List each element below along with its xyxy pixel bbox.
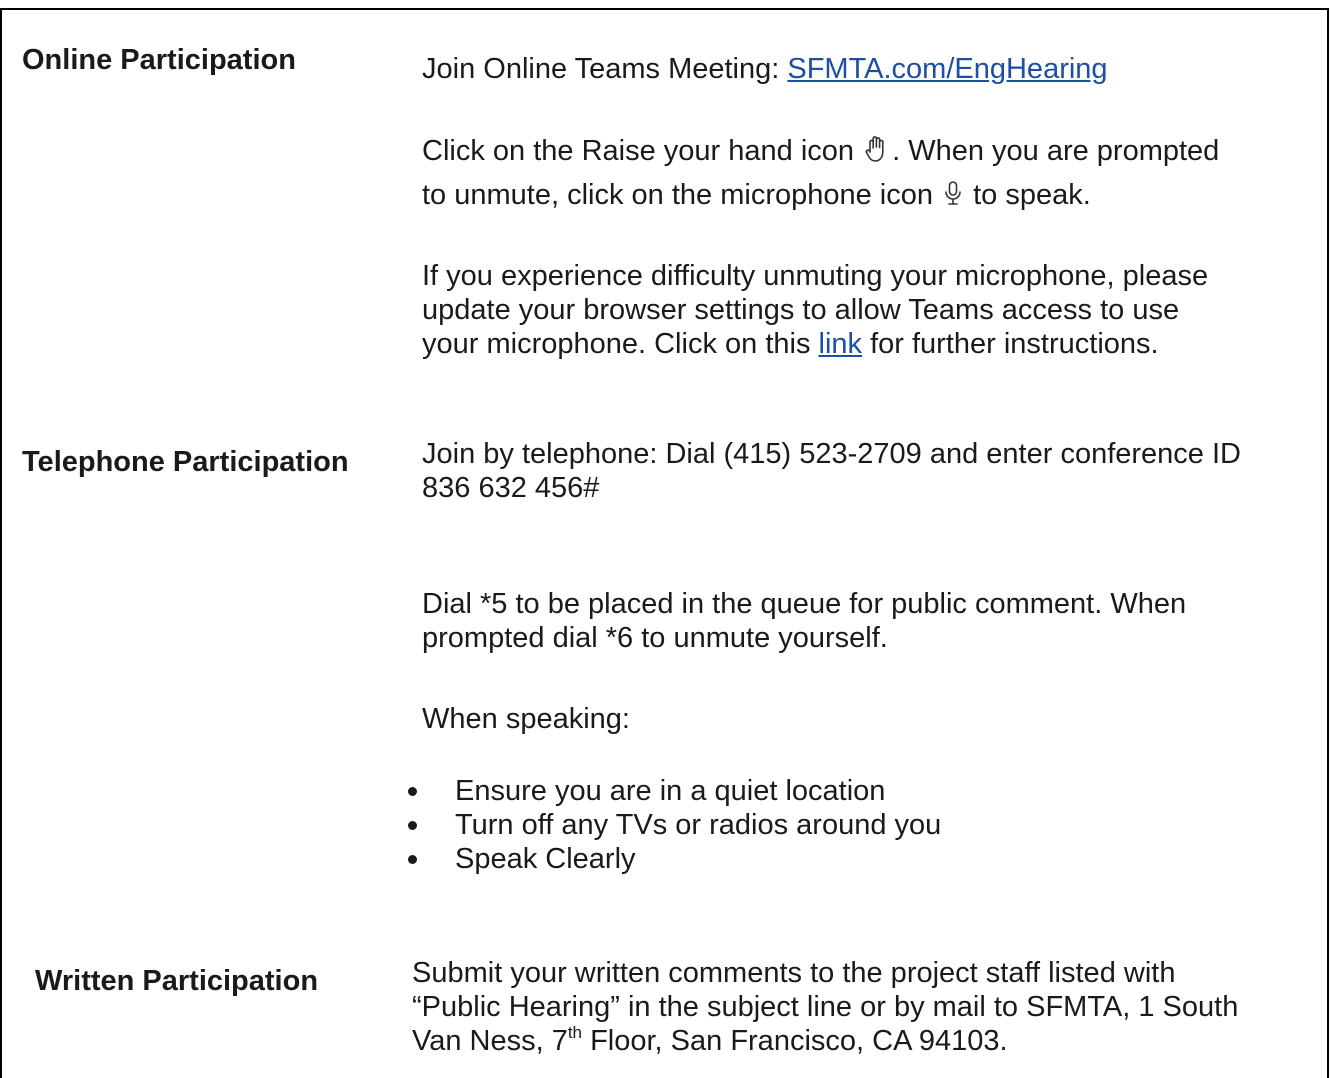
written-line-3: Van Ness, 7th Floor, San Francisco, CA 9…	[412, 1023, 1008, 1059]
bullet-dot	[408, 821, 417, 830]
raise-hand-line: Click on the Raise your hand icon . When…	[422, 133, 1219, 173]
speaking-heading: When speaking:	[422, 703, 630, 735]
bullet-dot	[408, 855, 417, 864]
instructions-link[interactable]: link	[819, 328, 863, 360]
telephone-join-line-2: 836 632 456#	[422, 472, 600, 504]
queue-line-2: prompted dial *6 to unmute yourself.	[422, 622, 888, 654]
difficulty-text-2: for further instructions.	[862, 328, 1159, 360]
unmute-text-1: to unmute, click on the microphone icon	[422, 179, 942, 211]
online-participation-label: Online Participation	[22, 44, 296, 76]
written-participation-label: Written Participation	[35, 965, 319, 997]
unmute-line: to unmute, click on the microphone icon …	[422, 177, 1091, 217]
tip-item: Turn off any TVs or radios around you	[455, 809, 942, 841]
telephone-participation-label: Telephone Participation	[22, 446, 349, 478]
written-text-2: Floor, San Francisco, CA 94103.	[582, 1025, 1008, 1057]
raise-hand-icon	[864, 134, 890, 173]
raise-hand-text-1: Click on the Raise your hand icon	[422, 135, 863, 167]
difficulty-line-2: update your browser settings to allow Te…	[422, 294, 1180, 326]
queue-line-1: Dial *5 to be placed in the queue for pu…	[422, 588, 1187, 620]
join-online-prefix: Join Online Teams Meeting:	[422, 53, 788, 85]
difficulty-line-1: If you experience difficulty unmuting yo…	[422, 260, 1209, 292]
unmute-text-2: to speak.	[965, 179, 1091, 211]
tip-item: Speak Clearly	[455, 843, 636, 875]
difficulty-line-3: your microphone. Click on this link for …	[422, 326, 1159, 362]
join-online-line: Join Online Teams Meeting: SFMTA.com/Eng…	[422, 51, 1108, 87]
difficulty-text-1: your microphone. Click on this	[422, 328, 819, 360]
microphone-icon	[943, 180, 963, 217]
telephone-join-line-1: Join by telephone: Dial (415) 523-2709 a…	[422, 438, 1241, 470]
written-line-1: Submit your written comments to the proj…	[412, 957, 1176, 989]
ordinal-suffix: th	[567, 1023, 583, 1042]
raise-hand-text-2: . When you are prompted	[892, 135, 1220, 167]
written-text-1: Van Ness, 7	[412, 1025, 568, 1057]
tip-item: Ensure you are in a quiet location	[455, 775, 886, 807]
written-line-2: “Public Hearing” in the subject line or …	[412, 991, 1239, 1023]
bullet-dot	[408, 787, 417, 796]
eng-hearing-link[interactable]: SFMTA.com/EngHearing	[787, 53, 1107, 85]
